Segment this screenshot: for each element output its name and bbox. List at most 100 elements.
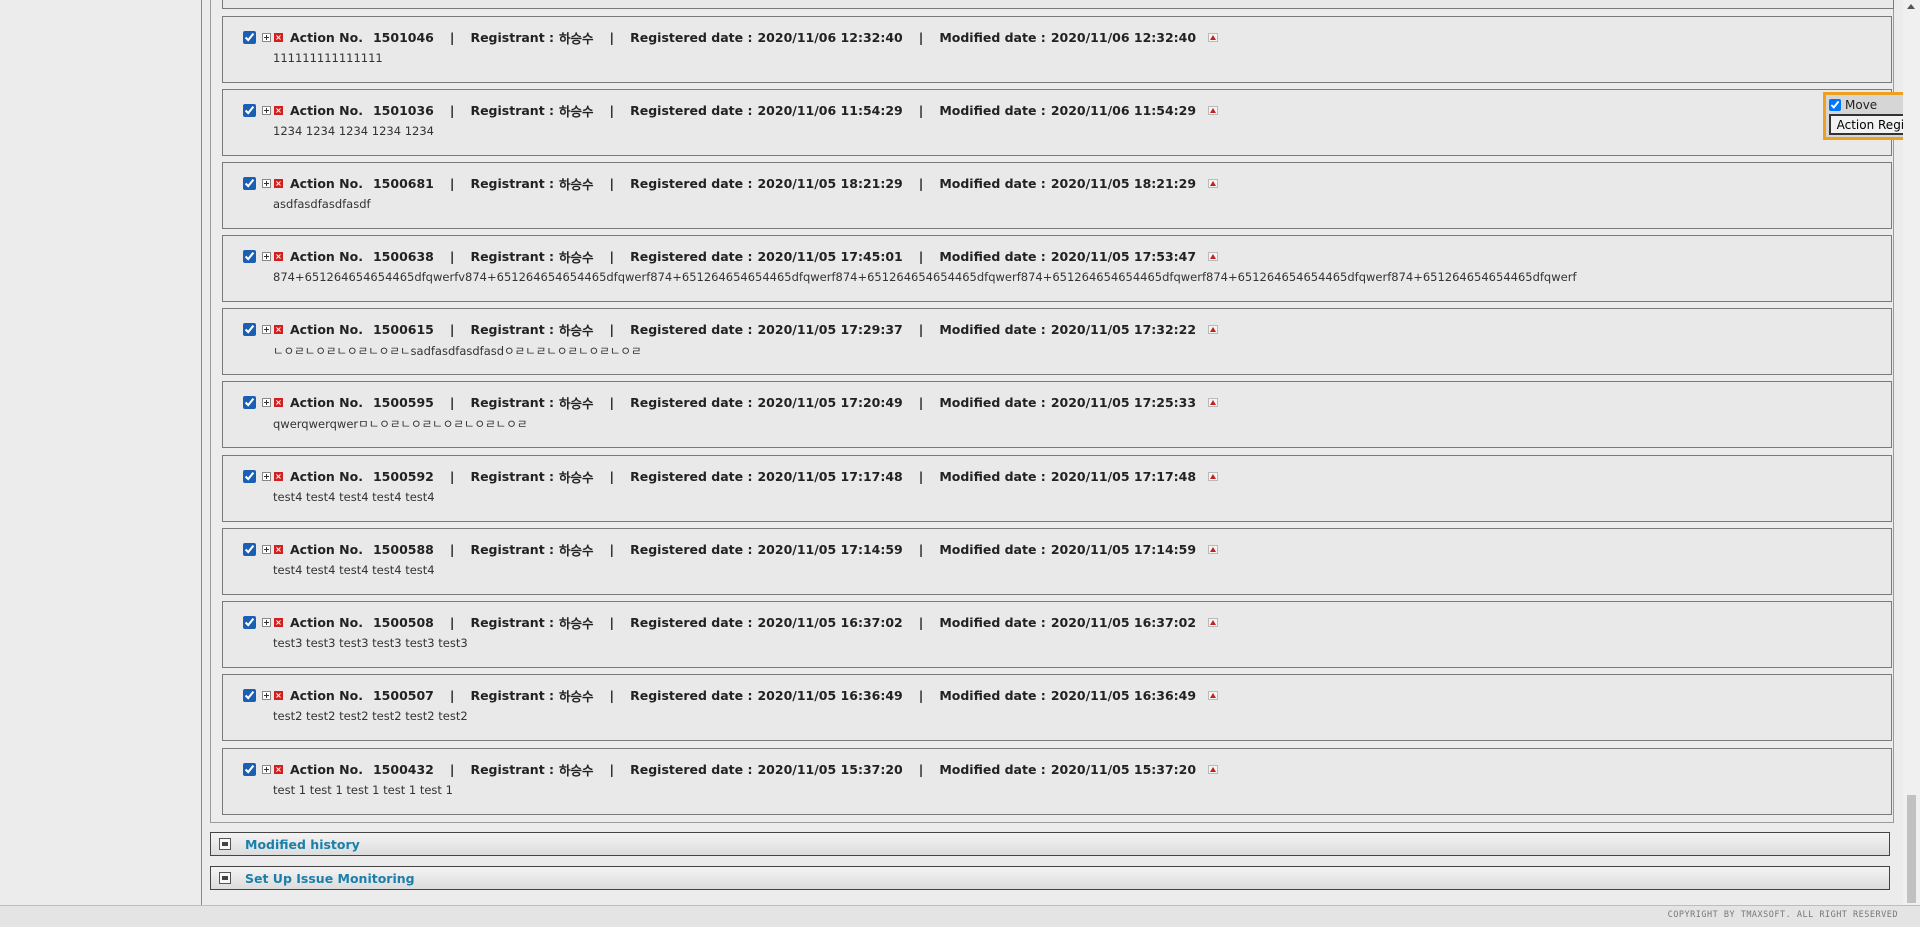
action-no-value: 1500681 [372,175,434,191]
move-up-icon[interactable] [1208,32,1219,42]
modified-date-label: Modified date : [939,541,1046,557]
action-header: × Action No. 1500432 | Registrant : 하승수 … [243,761,1219,778]
move-up-icon[interactable] [1208,397,1219,407]
scroll-up-arrow-icon[interactable] [1907,4,1915,9]
expand-plus-icon[interactable] [262,690,271,700]
move-option[interactable]: Move [1829,98,1877,112]
separator: | [449,761,455,777]
section-title[interactable]: Modified history [245,837,360,852]
modified-date-label: Modified date : [939,687,1046,703]
move-up-icon[interactable] [1208,251,1219,261]
section-issue-monitoring[interactable]: Set Up Issue Monitoring [210,866,1890,890]
action-header: × Action No. 1500588 | Registrant : 하승수 … [243,541,1219,558]
delete-x-icon[interactable]: × [274,764,283,774]
move-up-icon[interactable] [1208,764,1219,774]
modified-date-label: Modified date : [939,102,1046,118]
action-no-label: Action No. [290,175,363,191]
action-select-checkbox[interactable] [243,395,256,409]
registrant-label: Registrant : [470,175,555,191]
registrant-label: Registrant : [470,102,555,118]
delete-x-icon[interactable]: × [274,178,283,188]
modified-date-value: 2020/11/05 15:37:20 [1050,761,1197,777]
separator: | [609,761,615,777]
expand-plus-icon[interactable] [262,105,271,115]
delete-x-icon[interactable]: × [274,251,283,261]
separator: | [918,541,924,557]
action-select-checkbox[interactable] [243,542,256,556]
action-select-checkbox[interactable] [243,30,256,44]
registrant-label: Registrant : [470,687,555,703]
delete-x-icon[interactable]: × [274,324,283,334]
move-up-icon[interactable] [1208,105,1219,115]
modified-date-value: 2020/11/06 11:54:29 [1050,102,1197,118]
action-select-checkbox[interactable] [243,469,256,483]
move-up-icon[interactable] [1208,617,1219,627]
action-row: × Action No. 1500508 | Registrant : 하승수 … [222,601,1892,668]
delete-x-icon[interactable]: × [274,690,283,700]
action-content: asdfasdfasdfasdf [273,197,371,211]
modified-date-label: Modified date : [939,248,1046,264]
modified-date-value: 2020/11/05 16:37:02 [1050,614,1197,630]
expand-plus-icon[interactable] [262,544,271,554]
action-select-checkbox[interactable] [243,249,256,263]
modified-date-label: Modified date : [939,29,1046,45]
action-select-checkbox[interactable] [243,103,256,117]
copyright-text: COPYRIGHT BY TMAXSOFT. ALL RIGHT RESERVE… [1667,910,1898,920]
action-select-checkbox[interactable] [243,688,256,702]
expand-plus-icon[interactable] [262,324,271,334]
action-header: × Action No. 1501046 | Registrant : 하승수 … [243,29,1219,46]
delete-x-icon[interactable]: × [274,544,283,554]
expand-plus-icon[interactable] [262,764,271,774]
move-up-icon[interactable] [1208,544,1219,554]
action-no-value: 1501036 [372,102,434,118]
collapse-toggle-icon[interactable] [219,872,231,884]
expand-plus-icon[interactable] [262,617,271,627]
move-checkbox[interactable] [1829,99,1841,111]
registered-date-label: Registered date : [630,687,753,703]
action-select-checkbox[interactable] [243,762,256,776]
action-select-checkbox[interactable] [243,176,256,190]
action-header: × Action No. 1500638 | Registrant : 하승수 … [243,248,1219,265]
action-content: test4 test4 test4 test4 test4 [273,563,435,577]
expand-plus-icon[interactable] [262,32,271,42]
collapse-toggle-icon[interactable] [219,838,231,850]
modified-date-value: 2020/11/05 16:36:49 [1050,687,1197,703]
delete-x-icon[interactable]: × [274,105,283,115]
move-up-icon[interactable] [1208,471,1219,481]
scroll-thumb[interactable] [1907,795,1916,903]
move-up-icon[interactable] [1208,324,1219,334]
modified-date-value: 2020/11/05 18:21:29 [1050,175,1197,191]
separator: | [918,614,924,630]
delete-x-icon[interactable]: × [274,397,283,407]
action-no-value: 1500595 [372,394,434,410]
action-select-checkbox[interactable] [243,322,256,336]
action-row: × Action No. 1500432 | Registrant : 하승수 … [222,748,1892,815]
expand-plus-icon[interactable] [262,251,271,261]
action-no-label: Action No. [290,321,363,337]
action-row: × Action No. 1500638 | Registrant : 하승수 … [222,235,1892,302]
action-row: × Action No. 1501046 | Registrant : 하승수 … [222,16,1892,83]
action-content: 874+651264654654465dfqwerfv874+651264654… [273,270,1577,284]
delete-x-icon[interactable]: × [274,617,283,627]
separator: | [609,468,615,484]
expand-plus-icon[interactable] [262,397,271,407]
vertical-scrollbar[interactable] [1903,0,1920,905]
section-title[interactable]: Set Up Issue Monitoring [245,871,415,886]
delete-x-icon[interactable]: × [274,471,283,481]
action-select-checkbox[interactable] [243,615,256,629]
move-up-icon[interactable] [1208,690,1219,700]
expand-plus-icon[interactable] [262,178,271,188]
registered-date-value: 2020/11/05 17:14:59 [757,541,903,557]
action-row: × Action No. 1501036 | Registrant : 하승수 … [222,89,1892,156]
separator: | [918,468,924,484]
registrant-value: 하승수 [559,542,594,558]
expand-plus-icon[interactable] [262,471,271,481]
move-up-icon[interactable] [1208,178,1219,188]
separator: | [609,102,615,118]
registrant-value: 하승수 [559,176,594,192]
action-no-label: Action No. [290,468,363,484]
registrant-value: 하승수 [559,322,594,338]
section-modified-history[interactable]: Modified history [210,832,1890,856]
action-no-label: Action No. [290,614,363,630]
delete-x-icon[interactable]: × [274,32,283,42]
